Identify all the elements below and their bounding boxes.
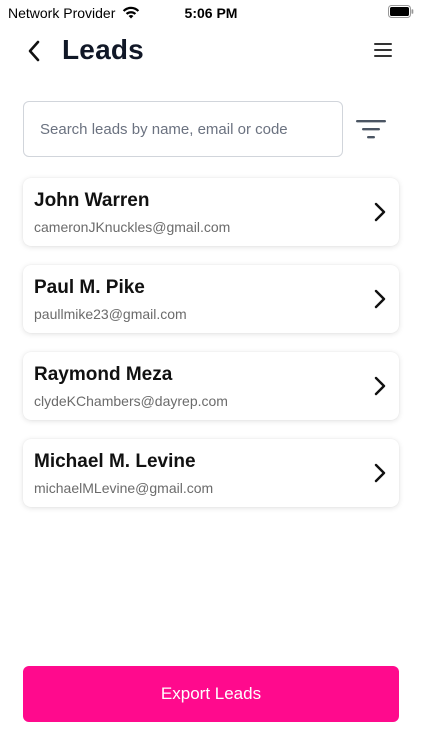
battery-icon: [388, 5, 414, 18]
chevron-right-icon: [374, 202, 386, 222]
chevron-right-icon: [374, 463, 386, 483]
lead-email: cameronJKnuckles@gmail.com: [34, 219, 231, 235]
hamburger-menu-icon[interactable]: [372, 40, 394, 60]
lead-email: paullmike23@gmail.com: [34, 306, 187, 322]
lead-card[interactable]: John Warren cameronJKnuckles@gmail.com: [23, 178, 399, 246]
page-title: Leads: [62, 34, 144, 65]
lead-name: John Warren: [34, 190, 150, 211]
chevron-left-icon: [28, 40, 40, 62]
app-header: Leads: [0, 26, 422, 78]
chevron-right-icon: [374, 289, 386, 309]
filter-icon[interactable]: [355, 116, 387, 142]
lead-name: Raymond Meza: [34, 364, 173, 385]
search-box: [23, 101, 343, 157]
lead-card[interactable]: Raymond Meza clydeKChambers@dayrep.com: [23, 352, 399, 420]
lead-email: clydeKChambers@dayrep.com: [34, 393, 228, 409]
lead-email: michaelMLevine@gmail.com: [34, 480, 214, 496]
lead-name: Paul M. Pike: [34, 277, 145, 298]
search-input[interactable]: [24, 102, 342, 156]
export-leads-button[interactable]: Export Leads: [23, 666, 399, 722]
chevron-right-icon: [374, 376, 386, 396]
status-bar: Network Provider 5:06 PM: [0, 0, 422, 26]
lead-card[interactable]: Paul M. Pike paullmike23@gmail.com: [23, 265, 399, 333]
lead-card[interactable]: Michael M. Levine michaelMLevine@gmail.c…: [23, 439, 399, 507]
back-button[interactable]: [22, 38, 46, 64]
lead-name: Michael M. Levine: [34, 451, 196, 472]
clock: 5:06 PM: [184, 5, 238, 21]
lead-list: John Warren cameronJKnuckles@gmail.com P…: [23, 178, 399, 526]
